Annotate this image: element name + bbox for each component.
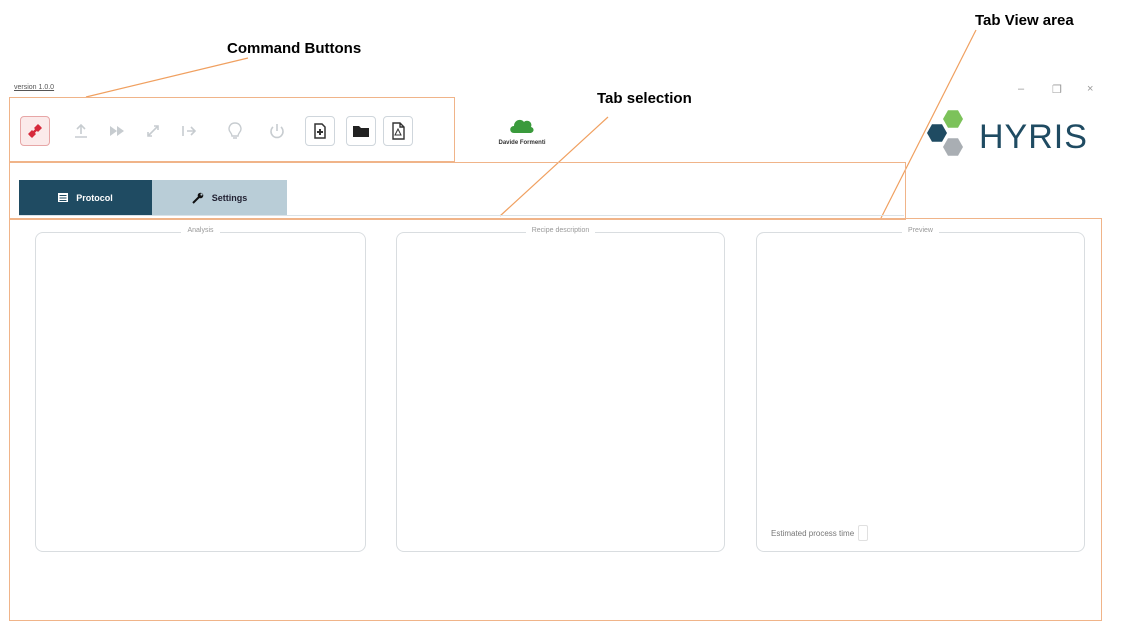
preview-panel-title: Preview <box>757 227 1084 234</box>
plug-disconnect-icon <box>28 124 42 138</box>
lightbulb-button[interactable] <box>220 116 250 146</box>
tab-bar-divider <box>19 215 904 216</box>
analysis-panel: Analysis <box>35 227 366 552</box>
close-button[interactable]: × <box>1087 83 1093 95</box>
disconnect-button[interactable] <box>20 116 50 146</box>
hyris-logo-text: HYRIS <box>979 118 1088 156</box>
estimated-process-time-label: Estimated process time <box>771 528 855 538</box>
annotation-tab-selection: Tab selection <box>597 90 692 107</box>
pdf-icon <box>392 122 405 140</box>
list-icon <box>58 193 69 202</box>
upload-button[interactable] <box>66 116 96 146</box>
recipe-description-panel: Recipe description <box>396 227 725 552</box>
partner-logo-text: Davide Formenti <box>498 140 546 146</box>
open-folder-button[interactable] <box>346 116 376 146</box>
new-file-button[interactable] <box>305 116 335 146</box>
tab-settings-label: Settings <box>211 192 248 203</box>
wrench-icon <box>192 192 204 204</box>
minimize-button[interactable]: – <box>1018 83 1024 95</box>
analysis-panel-title: Analysis <box>36 227 365 234</box>
expand-icon <box>147 125 159 137</box>
cloud-icon <box>510 119 534 133</box>
new-file-icon <box>314 123 326 139</box>
preview-panel: Preview Estimated process time <box>756 227 1085 552</box>
tab-protocol[interactable]: Protocol <box>19 180 152 215</box>
upload-icon <box>75 123 87 138</box>
power-icon <box>270 124 284 139</box>
pdf-button[interactable] <box>383 116 413 146</box>
maximize-button[interactable]: ❐ <box>1052 83 1062 96</box>
estimated-process-time-value <box>858 525 869 541</box>
recipe-description-panel-title: Recipe description <box>397 227 724 234</box>
annotation-tab-view-area: Tab View area <box>975 12 1074 29</box>
annotation-command-buttons: Command Buttons <box>227 40 362 57</box>
export-icon <box>182 126 197 136</box>
version-link[interactable]: version 1.0.0 <box>14 84 54 91</box>
lightbulb-icon <box>228 122 242 139</box>
tab-settings[interactable]: Settings <box>152 180 287 215</box>
hyris-hexagon-icon <box>927 110 963 156</box>
expand-button[interactable] <box>138 116 168 146</box>
fast-forward-icon <box>110 126 124 136</box>
partner-logo: Davide Formenti <box>494 116 550 146</box>
power-button[interactable] <box>262 116 292 146</box>
estimated-process-time: Estimated process time <box>771 525 869 541</box>
export-button[interactable] <box>174 116 204 146</box>
folder-icon <box>353 126 369 137</box>
fast-forward-button[interactable] <box>102 116 132 146</box>
tab-protocol-label: Protocol <box>76 192 113 203</box>
